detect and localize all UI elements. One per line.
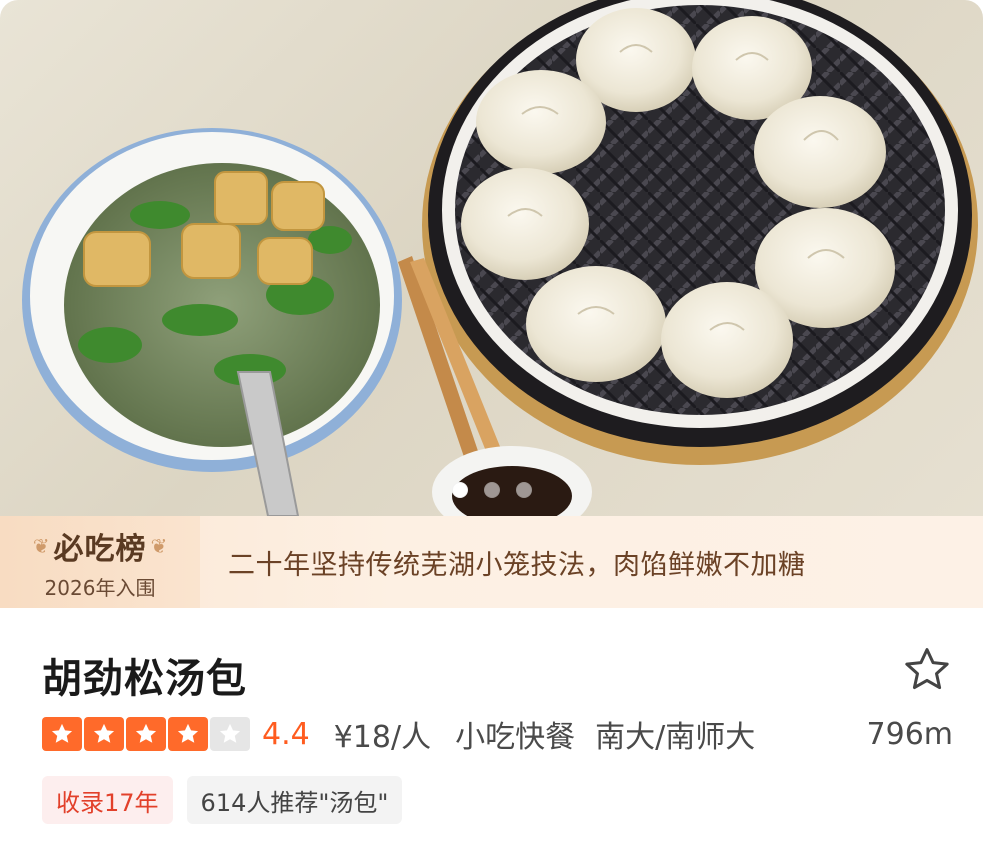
restaurant-name[interactable]: 胡劲松汤包 xyxy=(42,646,247,704)
restaurant-meta: 4.4 ¥18/人 小吃快餐 南大/南师大 796m xyxy=(42,712,953,756)
star-icon xyxy=(42,717,82,751)
tag-years-listed: 收录17年 xyxy=(42,776,173,824)
restaurant-info[interactable]: 胡劲松汤包 4.4 ¥18/人 小吃快餐 南大/南师大 796m 收录17年 6… xyxy=(0,608,983,858)
star-icon xyxy=(210,717,250,751)
laurel-left-icon: ❦ xyxy=(32,533,50,558)
rating-stars xyxy=(42,717,250,751)
business-area: 南大/南师大 xyxy=(595,720,756,755)
hero-photo-carousel[interactable] xyxy=(0,0,983,516)
tag-recommendations: 614人推荐"汤包" xyxy=(186,776,403,824)
rating-score: 4.4 xyxy=(262,716,310,752)
carousel-dot-1[interactable] xyxy=(451,482,468,498)
price-per-person: ¥18/人 xyxy=(333,720,432,755)
star-icon xyxy=(126,717,166,751)
distance: 796m xyxy=(866,716,953,752)
carousel-indicator[interactable] xyxy=(0,482,983,498)
badge-subtitle: 2026年入围 xyxy=(44,575,156,600)
carousel-dot-2[interactable] xyxy=(483,482,500,498)
badge-title: 必吃榜 xyxy=(53,531,147,567)
star-icon xyxy=(84,717,124,751)
must-eat-badge: ❦ 必吃榜 ❦ 2026年入围 xyxy=(0,516,200,608)
food-photo xyxy=(22,0,978,516)
category: 小吃快餐 xyxy=(455,720,576,755)
tag-list: 收录17年 614人推荐"汤包" xyxy=(42,776,403,824)
laurel-right-icon: ❦ xyxy=(150,533,168,558)
star-outline-icon[interactable] xyxy=(901,644,953,696)
banner-tagline: 二十年坚持传统芜湖小笼技法，肉馅鲜嫩不加糖 xyxy=(228,549,806,581)
star-icon xyxy=(168,717,208,751)
carousel-dot-3[interactable] xyxy=(515,482,532,498)
must-eat-banner[interactable]: ❦ 必吃榜 ❦ 2026年入围 二十年坚持传统芜湖小笼技法，肉馅鲜嫩不加糖 xyxy=(0,516,983,608)
